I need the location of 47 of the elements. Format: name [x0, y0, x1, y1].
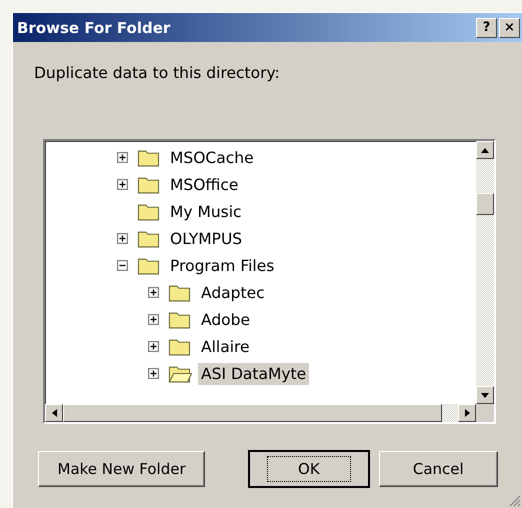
folder-item[interactable]: Program Files — [167, 254, 278, 276]
up-arrow-icon — [481, 148, 489, 152]
scroll-up-button[interactable] — [476, 141, 494, 159]
expand-icon[interactable] — [148, 341, 159, 352]
folder-item[interactable]: Adaptec — [198, 282, 268, 304]
prompt-text: Duplicate data to this directory: — [34, 64, 281, 84]
folder-item[interactable]: Adobe — [198, 308, 254, 330]
cancel-button[interactable]: Cancel — [378, 451, 498, 487]
expand-icon[interactable] — [148, 368, 159, 379]
folder-icon — [168, 364, 192, 383]
expand-icon[interactable] — [148, 314, 159, 325]
folder-icon — [137, 202, 161, 221]
folder-item[interactable]: Allaire — [198, 336, 253, 358]
resize-grip-icon[interactable] — [509, 495, 521, 507]
folder-item[interactable]: MSOffice — [167, 174, 242, 196]
window-title: Browse For Folder — [17, 18, 170, 36]
right-arrow-icon — [464, 409, 470, 417]
scrollbar-corner — [476, 404, 494, 422]
expand-icon[interactable] — [117, 179, 128, 190]
scroll-track[interactable] — [442, 404, 458, 422]
expand-icon[interactable] — [117, 152, 128, 163]
folder-icon — [137, 256, 161, 275]
folder-icon — [137, 175, 161, 194]
collapse-icon[interactable] — [117, 260, 128, 271]
folder-icon — [168, 283, 192, 302]
expand-icon[interactable] — [148, 287, 159, 298]
folder-item[interactable]: My Music — [167, 200, 245, 222]
scroll-left-button[interactable] — [45, 404, 63, 422]
horizontal-scrollbar[interactable] — [45, 404, 494, 422]
scroll-right-button[interactable] — [458, 404, 476, 422]
help-button[interactable]: ? — [476, 18, 497, 38]
scroll-down-button[interactable] — [476, 386, 494, 404]
scroll-thumb[interactable] — [476, 193, 494, 215]
folder-icon — [137, 229, 161, 248]
left-arrow-icon — [52, 409, 56, 417]
folder-icon — [168, 310, 192, 329]
folder-icon — [137, 148, 161, 167]
scroll-thumb[interactable] — [63, 404, 442, 422]
folder-item[interactable]: ASI DataMyte — [198, 362, 310, 384]
folder-icon — [168, 337, 192, 356]
folder-item[interactable]: MSOCache — [167, 146, 257, 168]
make-new-folder-button[interactable]: Make New Folder — [38, 451, 206, 487]
expand-icon[interactable] — [117, 233, 128, 244]
down-arrow-icon — [481, 392, 489, 398]
close-button[interactable]: × — [499, 18, 520, 38]
ok-button[interactable]: OK — [249, 451, 369, 487]
folder-item[interactable]: OLYMPUS — [167, 228, 246, 250]
